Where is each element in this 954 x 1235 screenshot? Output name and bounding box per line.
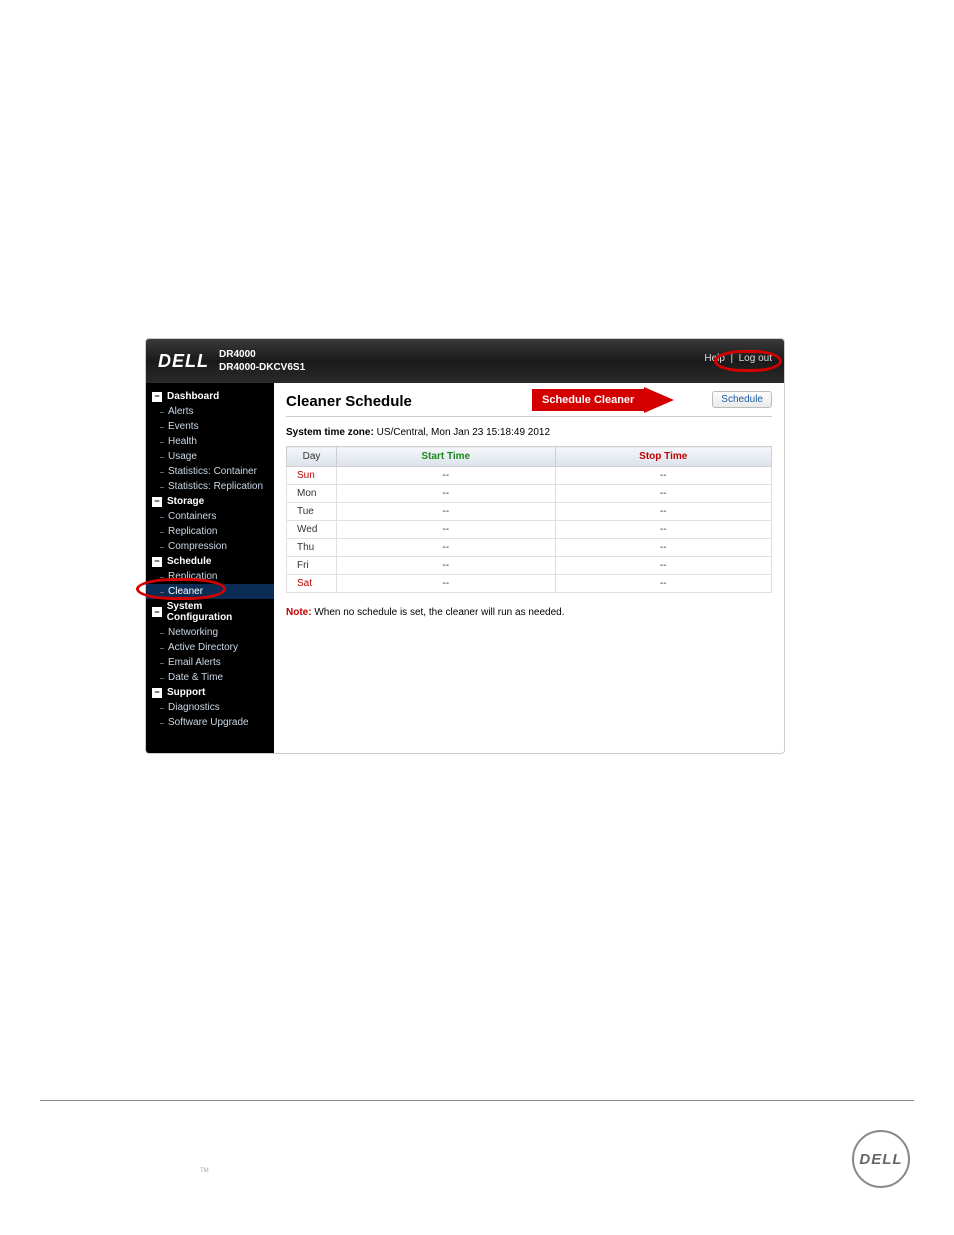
day-cell: Fri xyxy=(287,557,337,575)
content-area: Cleaner Schedule Schedule Cleaner Schedu… xyxy=(274,383,784,753)
nav-group-label: Storage xyxy=(167,496,204,507)
nav-item[interactable]: Alerts xyxy=(146,404,274,419)
day-cell: Wed xyxy=(287,521,337,539)
nav-item[interactable]: Diagnostics xyxy=(146,700,274,715)
nav-group-header[interactable]: −Support xyxy=(146,685,274,700)
schedule-table: Day Start Time Stop Time Sun----Mon----T… xyxy=(286,446,772,593)
collapse-icon[interactable]: − xyxy=(152,688,162,698)
layout: −DashboardAlertsEventsHealthUsageStatist… xyxy=(146,383,784,753)
nav-item[interactable]: Compression xyxy=(146,539,274,554)
nav-item[interactable]: Cleaner xyxy=(146,584,274,599)
nav-group-header[interactable]: −Schedule xyxy=(146,554,274,569)
start-cell: -- xyxy=(337,485,556,503)
callout-label: Schedule Cleaner xyxy=(532,389,644,411)
nav-item[interactable]: Health xyxy=(146,434,274,449)
table-row: Sun---- xyxy=(287,467,772,485)
start-cell: -- xyxy=(337,521,556,539)
nav-item[interactable]: Statistics: Container xyxy=(146,464,274,479)
collapse-icon[interactable]: − xyxy=(152,497,162,507)
stop-cell: -- xyxy=(555,467,771,485)
stop-cell: -- xyxy=(555,557,771,575)
stop-cell: -- xyxy=(555,521,771,539)
arrow-icon xyxy=(644,387,674,413)
stop-cell: -- xyxy=(555,485,771,503)
hostname: DR4000-DKCV6S1 xyxy=(219,361,305,374)
nav-item[interactable]: Containers xyxy=(146,509,274,524)
nav-item[interactable]: Events xyxy=(146,419,274,434)
table-row: Tue---- xyxy=(287,503,772,521)
nav-item[interactable]: Date & Time xyxy=(146,670,274,685)
day-cell: Thu xyxy=(287,539,337,557)
nav-group-label: Support xyxy=(167,687,205,698)
table-row: Thu---- xyxy=(287,539,772,557)
day-cell: Sun xyxy=(287,467,337,485)
page-title: Cleaner Schedule xyxy=(286,393,412,410)
col-start: Start Time xyxy=(337,447,556,467)
timezone-value: US/Central, Mon Jan 23 15:18:49 2012 xyxy=(377,427,550,438)
collapse-icon[interactable]: − xyxy=(152,607,162,617)
content-header: Cleaner Schedule xyxy=(286,393,772,417)
footer-tm: TM xyxy=(200,1168,209,1174)
start-cell: -- xyxy=(337,539,556,557)
nav-group-header[interactable]: −Dashboard xyxy=(146,389,274,404)
start-cell: -- xyxy=(337,503,556,521)
table-row: Sat---- xyxy=(287,575,772,593)
col-day: Day xyxy=(287,447,337,467)
stop-cell: -- xyxy=(555,575,771,593)
table-row: Wed---- xyxy=(287,521,772,539)
nav-item[interactable]: Software Upgrade xyxy=(146,715,274,730)
help-link[interactable]: Help xyxy=(704,353,725,364)
stop-cell: -- xyxy=(555,503,771,521)
table-row: Fri---- xyxy=(287,557,772,575)
nav-group-header[interactable]: −System Configuration xyxy=(146,599,274,625)
timezone-label: System time zone: xyxy=(286,427,374,438)
brand-logo: DELL xyxy=(158,351,209,372)
header-links: Help | Log out xyxy=(704,353,772,364)
day-cell: Mon xyxy=(287,485,337,503)
callout-arrow: Schedule Cleaner xyxy=(532,387,674,413)
start-cell: -- xyxy=(337,575,556,593)
nav-item[interactable]: Statistics: Replication xyxy=(146,479,274,494)
sidebar: −DashboardAlertsEventsHealthUsageStatist… xyxy=(146,383,274,753)
product-name: DR4000 xyxy=(219,348,305,361)
nav-item[interactable]: Email Alerts xyxy=(146,655,274,670)
day-cell: Tue xyxy=(287,503,337,521)
header-bar: DELL DR4000 DR4000-DKCV6S1 Help | Log ou… xyxy=(146,339,784,383)
nav-item[interactable]: Replication xyxy=(146,569,274,584)
table-row: Mon---- xyxy=(287,485,772,503)
nav-item[interactable]: Networking xyxy=(146,625,274,640)
note-label: Note: xyxy=(286,607,312,618)
nav-group-header[interactable]: −Storage xyxy=(146,494,274,509)
nav-item[interactable]: Usage xyxy=(146,449,274,464)
schedule-button[interactable]: Schedule xyxy=(712,391,772,408)
collapse-icon[interactable]: − xyxy=(152,392,162,402)
nav-group-label: Schedule xyxy=(167,556,211,567)
start-cell: -- xyxy=(337,557,556,575)
timezone-line: System time zone: US/Central, Mon Jan 23… xyxy=(286,427,772,438)
nav-item[interactable]: Replication xyxy=(146,524,274,539)
day-cell: Sat xyxy=(287,575,337,593)
header-titles: DR4000 DR4000-DKCV6S1 xyxy=(219,348,305,374)
nav-group-label: Dashboard xyxy=(167,391,219,402)
stop-cell: -- xyxy=(555,539,771,557)
start-cell: -- xyxy=(337,467,556,485)
col-stop: Stop Time xyxy=(555,447,771,467)
note-text: When no schedule is set, the cleaner wil… xyxy=(314,607,564,618)
collapse-icon[interactable]: − xyxy=(152,557,162,567)
footer-rule xyxy=(40,1100,914,1101)
app-window: DELL DR4000 DR4000-DKCV6S1 Help | Log ou… xyxy=(145,338,785,754)
nav-item[interactable]: Active Directory xyxy=(146,640,274,655)
note: Note: When no schedule is set, the clean… xyxy=(286,607,772,618)
logout-link[interactable]: Log out xyxy=(739,353,772,364)
nav-group-label: System Configuration xyxy=(167,601,268,623)
footer-logo: DELL xyxy=(852,1130,910,1188)
